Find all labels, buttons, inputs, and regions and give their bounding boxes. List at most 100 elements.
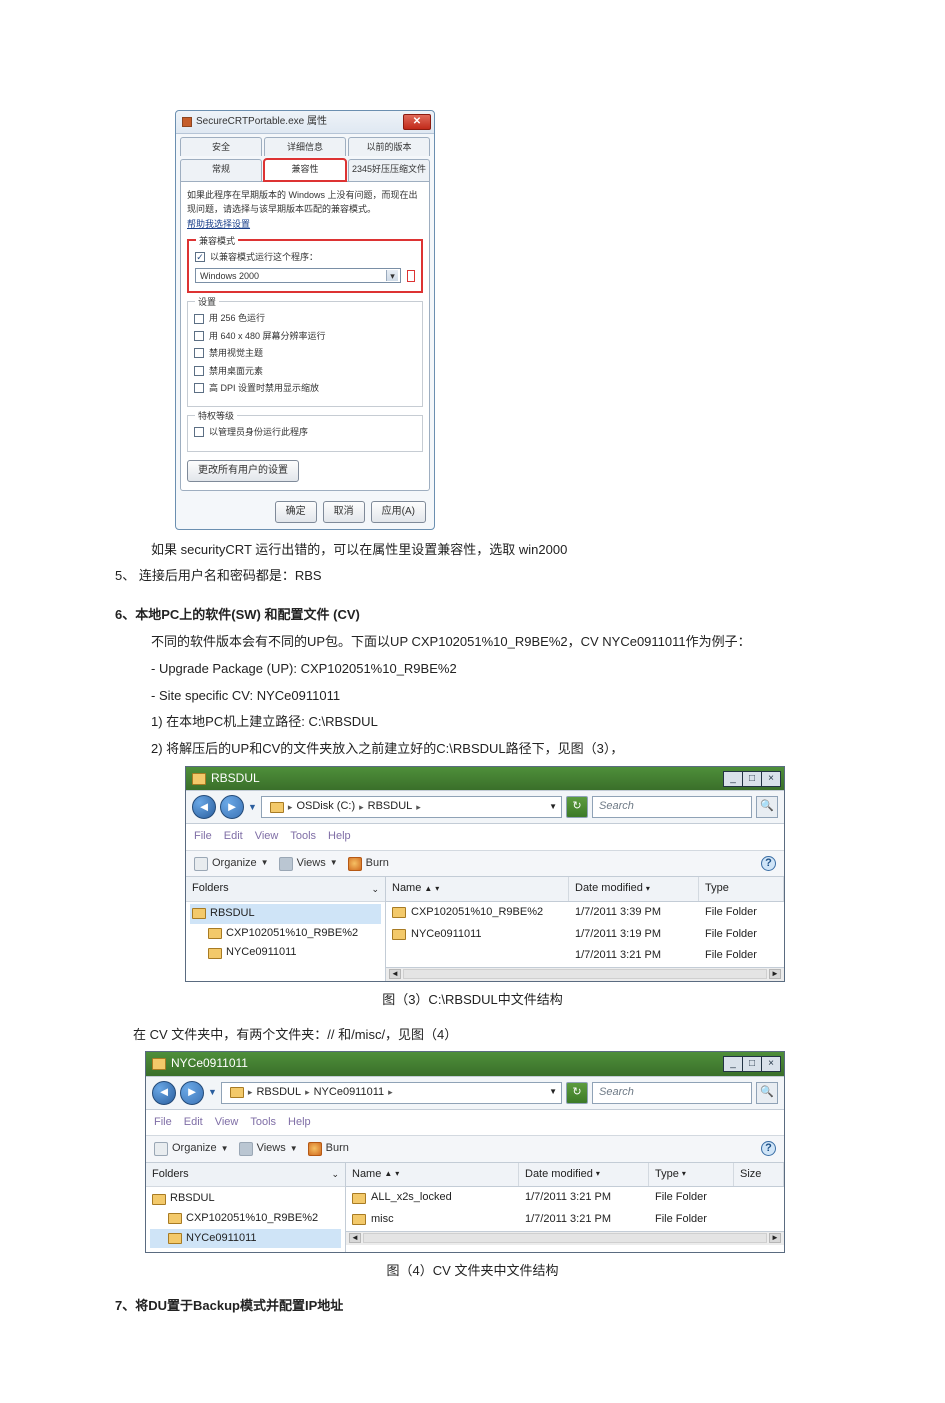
col-size[interactable]: Size	[734, 1163, 784, 1187]
nav-forward-button[interactable]: ►	[180, 1081, 204, 1105]
chk-disable-themes[interactable]	[194, 348, 204, 358]
nav-history-dropdown[interactable]: ▼	[248, 800, 257, 814]
chk-256color[interactable]	[194, 314, 204, 324]
apply-button[interactable]: 应用(A)	[371, 501, 426, 523]
chk-640x480[interactable]	[194, 331, 204, 341]
privilege-fieldset: 特权等级 以管理员身份运行此程序	[187, 415, 423, 451]
organize-icon	[194, 857, 208, 871]
help-icon[interactable]: ?	[761, 1141, 776, 1156]
list-item[interactable]: CXP102051%10_R9BE%2 1/7/2011 3:39 PM Fil…	[386, 902, 784, 924]
explorer-titlebar[interactable]: NYCe0911011 _ □ ×	[146, 1052, 784, 1075]
tree-item[interactable]: CXP102051%10_R9BE%2	[190, 924, 381, 944]
scroll-right-icon[interactable]: ►	[769, 969, 781, 979]
nav-history-dropdown[interactable]: ▼	[208, 1085, 217, 1099]
menu-help[interactable]: Help	[328, 828, 351, 846]
list-item[interactable]: NYCe0911011 1/7/2011 3:19 PM File Folder	[386, 924, 784, 946]
close-button[interactable]: ×	[761, 1056, 781, 1072]
refresh-button[interactable]: ↻	[566, 796, 588, 818]
collapse-folders-icon[interactable]: ⌄	[371, 882, 379, 896]
menu-file[interactable]: File	[194, 828, 212, 846]
collapse-folders-icon[interactable]: ⌄	[331, 1167, 339, 1181]
tab-compat[interactable]: 兼容性	[264, 159, 346, 180]
chk-disable-compo[interactable]	[194, 366, 204, 376]
col-name[interactable]: Name▲▾	[346, 1163, 519, 1187]
maximize-button[interactable]: □	[742, 771, 762, 787]
col-name[interactable]: Name▲▾	[386, 877, 569, 901]
menu-tools[interactable]: Tools	[290, 828, 316, 846]
menu-file[interactable]: File	[154, 1114, 172, 1132]
search-input[interactable]: Search	[592, 1082, 752, 1104]
organize-button[interactable]: Organize ▼	[194, 855, 269, 873]
col-date[interactable]: Date modified▾	[519, 1163, 649, 1187]
burn-button[interactable]: Burn	[348, 855, 389, 873]
crumb-1[interactable]: RBSDUL	[252, 1084, 305, 1102]
scroll-left-icon[interactable]: ◄	[349, 1233, 361, 1243]
crumb-2[interactable]: RBSDUL	[364, 798, 417, 816]
col-type[interactable]: Type▾	[649, 1163, 734, 1187]
col-date[interactable]: Date modified▾	[569, 877, 699, 901]
dialog-titlebar[interactable]: SecureCRTPortable.exe 属性 ✕	[176, 111, 434, 134]
ok-button[interactable]: 确定	[275, 501, 317, 523]
explorer-titlebar[interactable]: RBSDUL _ □ ×	[186, 767, 784, 790]
scroll-left-icon[interactable]: ◄	[389, 969, 401, 979]
nav-bar: ◄ ► ▼ ▸ OSDisk (C:) ▸ RBSDUL ▸ ▼ ↻ Searc…	[186, 790, 784, 824]
close-button[interactable]: ✕	[403, 114, 431, 130]
menu-edit[interactable]: Edit	[224, 828, 243, 846]
search-input[interactable]: Search	[592, 796, 752, 818]
folders-header: Folders	[192, 880, 229, 898]
compat-os-select[interactable]: Windows 2000 ▾	[195, 268, 401, 283]
tab-prevver[interactable]: 以前的版本	[348, 137, 430, 156]
chk-disable-hidpi[interactable]	[194, 383, 204, 393]
col-type[interactable]: Type	[699, 877, 784, 901]
help-icon[interactable]: ?	[761, 856, 776, 871]
list-item[interactable]: ALL_x2s_locked 1/7/2011 3:21 PM File Fol…	[346, 1187, 784, 1209]
tree-item[interactable]: NYCe0911011	[190, 943, 381, 963]
tab-security[interactable]: 安全	[180, 137, 262, 156]
close-button[interactable]: ×	[761, 771, 781, 787]
burn-button[interactable]: Burn	[308, 1140, 349, 1158]
nav-back-button[interactable]: ◄	[192, 795, 216, 819]
help-choose-link[interactable]: 帮助我选择设置	[187, 217, 423, 231]
breadcrumb[interactable]: ▸ OSDisk (C:) ▸ RBSDUL ▸ ▼	[261, 796, 562, 818]
tree-item-label: RBSDUL	[210, 905, 255, 923]
views-button[interactable]: Views ▼	[239, 1140, 298, 1158]
scroll-right-icon[interactable]: ►	[769, 1233, 781, 1243]
tree-item[interactable]: CXP102051%10_R9BE%2	[150, 1209, 341, 1229]
tab-general[interactable]: 常规	[180, 159, 262, 180]
search-button[interactable]: 🔍	[756, 796, 778, 818]
views-button[interactable]: Views ▼	[279, 855, 338, 873]
menu-view[interactable]: View	[255, 828, 279, 846]
caption-fig3: 图（3）C:\RBSDUL中文件结构	[115, 990, 830, 1011]
h-scrollbar[interactable]: ◄ ►	[386, 967, 784, 981]
minimize-button[interactable]: _	[723, 1056, 743, 1072]
minimize-button[interactable]: _	[723, 771, 743, 787]
organize-button[interactable]: Organize ▼	[154, 1140, 229, 1158]
crumb-1[interactable]: OSDisk (C:)	[292, 798, 359, 816]
nav-forward-button[interactable]: ►	[220, 795, 244, 819]
list-item[interactable]: misc 1/7/2011 3:21 PM File Folder	[346, 1209, 784, 1231]
h-scrollbar[interactable]: ◄ ►	[346, 1231, 784, 1245]
menu-tools[interactable]: Tools	[250, 1114, 276, 1132]
tree-item[interactable]: RBSDUL	[150, 1189, 341, 1209]
compat-checkbox[interactable]	[195, 252, 205, 262]
search-button[interactable]: 🔍	[756, 1082, 778, 1104]
breadcrumb[interactable]: ▸ RBSDUL ▸ NYCe0911011 ▸ ▼	[221, 1082, 562, 1104]
change-all-users-button[interactable]: 更改所有用户的设置	[187, 460, 299, 482]
refresh-button[interactable]: ↻	[566, 1082, 588, 1104]
scroll-track[interactable]	[403, 969, 767, 979]
crumb-2[interactable]: NYCe0911011	[310, 1084, 389, 1102]
tree-item[interactable]: NYCe0911011	[150, 1229, 341, 1249]
menu-edit[interactable]: Edit	[184, 1114, 203, 1132]
cancel-button[interactable]: 取消	[323, 501, 365, 523]
chk-runasadmin[interactable]	[194, 427, 204, 437]
tab-zip[interactable]: 2345好压压缩文件	[348, 159, 430, 180]
maximize-button[interactable]: □	[742, 1056, 762, 1072]
menu-view[interactable]: View	[215, 1114, 239, 1132]
explorer-rbsdul: RBSDUL _ □ × ◄ ► ▼ ▸ OSDisk (C:) ▸ RBSDU…	[185, 766, 785, 982]
tree-item[interactable]: RBSDUL	[190, 904, 381, 924]
tab-details[interactable]: 详细信息	[264, 137, 346, 156]
nav-back-button[interactable]: ◄	[152, 1081, 176, 1105]
menu-help[interactable]: Help	[288, 1114, 311, 1132]
scroll-track[interactable]	[363, 1233, 767, 1243]
list-item[interactable]: 1/7/2011 3:21 PM File Folder	[386, 945, 784, 967]
